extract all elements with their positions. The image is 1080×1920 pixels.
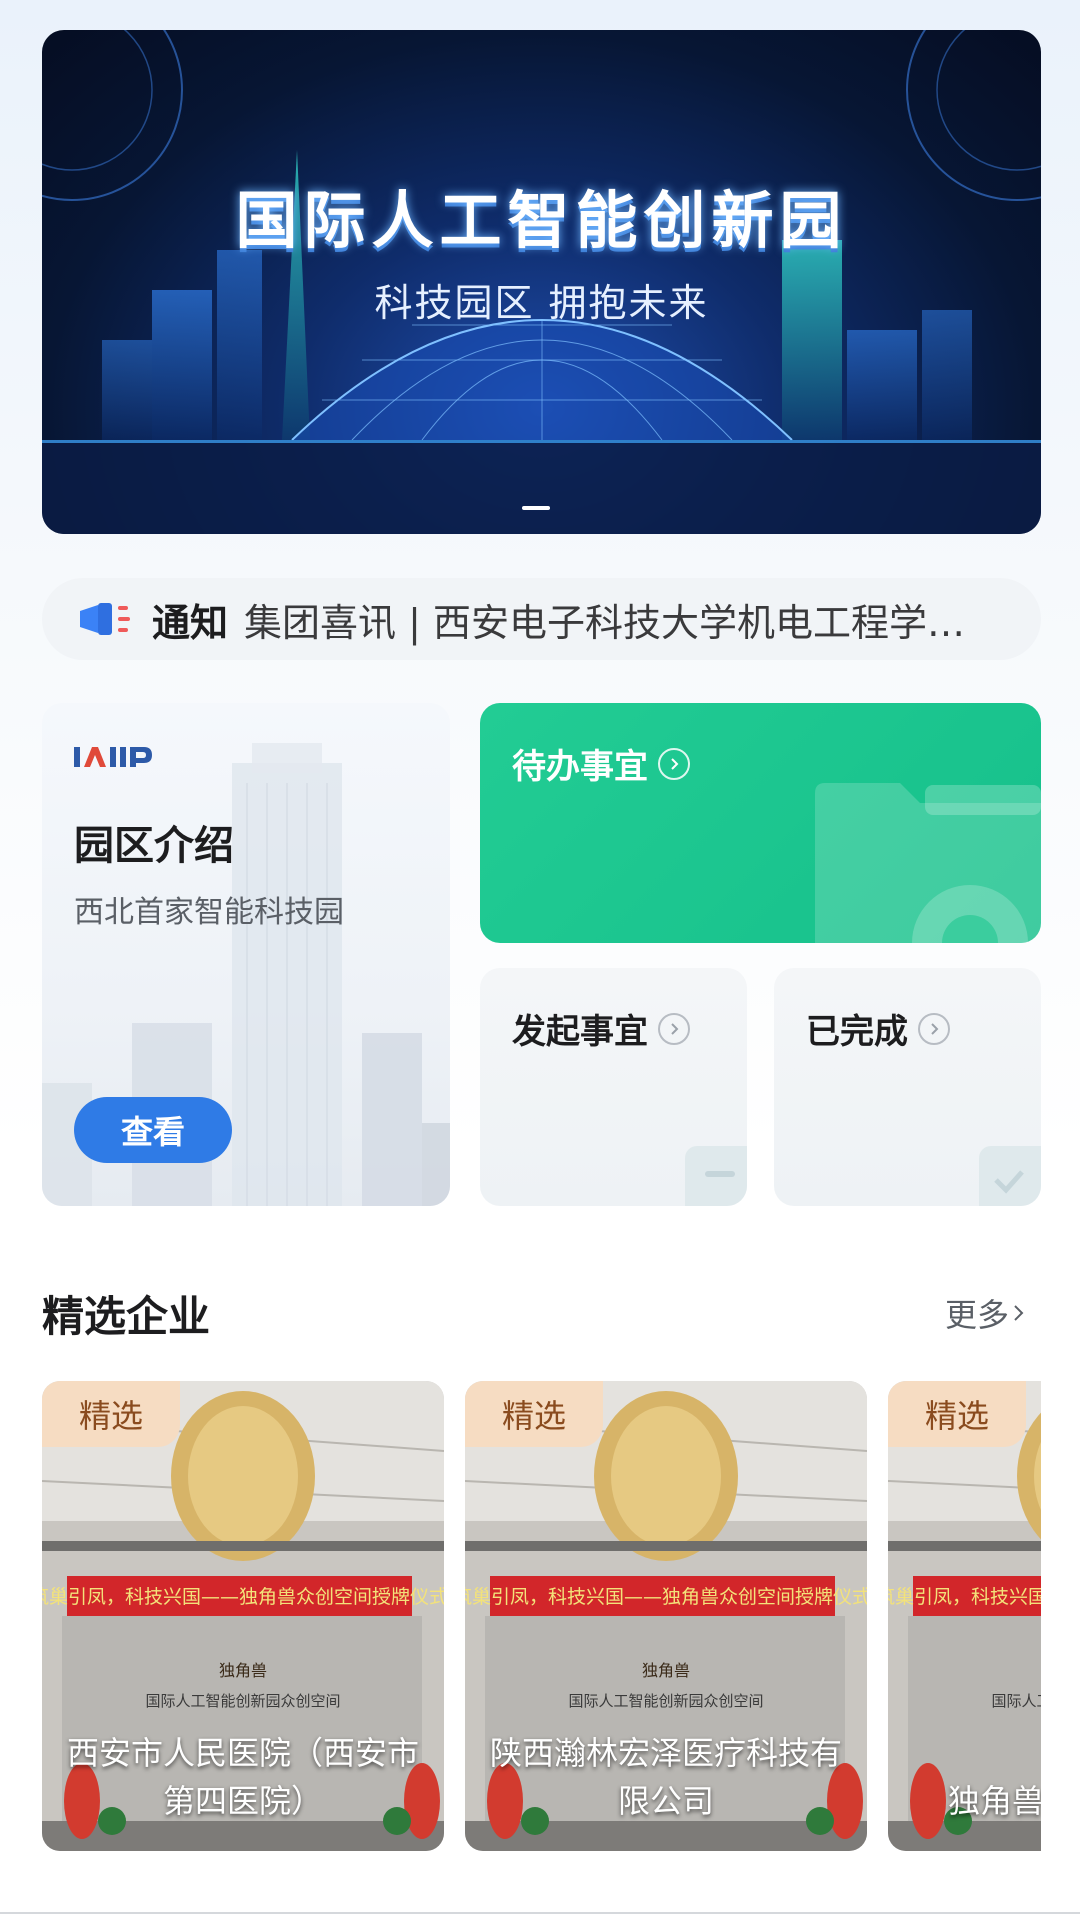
done-title: 已完成 bbox=[806, 1004, 950, 1053]
banner-title: 国际人工智能创新园 bbox=[235, 184, 848, 257]
notice-bar[interactable]: 通知 集团喜讯 | 西安电子科技大学机电工程学院…… bbox=[42, 578, 1041, 660]
divider bbox=[0, 1912, 1080, 1914]
more-link[interactable]: 更多 bbox=[945, 1290, 1029, 1336]
featured-section-title: 精选企业 bbox=[42, 1292, 211, 1341]
photo-banner-text: 筑巢引凤，科技兴国——独角兽众创空间授牌仪式 bbox=[888, 1586, 1041, 1608]
hero-banner[interactable]: 国际人工智能创新园 科技园区 拥抱未来 bbox=[42, 30, 1041, 534]
notice-label: 通知 bbox=[152, 600, 229, 645]
enterprise-card[interactable]: 筑巢引凤，科技兴国——独角兽众创空间授牌仪式 独角兽 国际人工智能创新园众创空间… bbox=[888, 1381, 1041, 1851]
chevron-right-icon bbox=[658, 1012, 690, 1045]
chevron-right-icon bbox=[658, 747, 690, 780]
view-button[interactable]: 查看 bbox=[74, 1097, 232, 1163]
done-label: 已完成 bbox=[806, 1012, 908, 1052]
featured-tag: 精选 bbox=[888, 1381, 1026, 1447]
featured-tag: 精选 bbox=[465, 1381, 603, 1447]
banner-subtitle: 科技园区 拥抱未来 bbox=[374, 281, 709, 325]
notice-text[interactable]: 集团喜讯 | 西安电子科技大学机电工程学院…… bbox=[244, 592, 974, 647]
more-label: 更多 bbox=[945, 1296, 1010, 1334]
iaiip-logo bbox=[74, 747, 152, 767]
enterprise-name: 西安市人民医院（西安市第四医院） bbox=[66, 1734, 419, 1820]
todo-card[interactable]: 待办事宜 bbox=[480, 703, 1041, 943]
todo-title: 待办事宜 bbox=[512, 739, 690, 788]
enterprise-card[interactable]: 筑巢引凤，科技兴国——独角兽众创空间授牌仪式 独角兽 国际人工智能创新园众创空间… bbox=[465, 1381, 867, 1851]
initiate-label: 发起事宜 bbox=[512, 1012, 648, 1052]
photo-wall-text: 国际人工智能创新园众创空间 bbox=[568, 1692, 763, 1710]
chevron-right-icon bbox=[918, 1012, 950, 1045]
photo-wall-text: 国际人工智能创新园众创空间 bbox=[991, 1692, 1041, 1710]
photo-brand: 独角兽 bbox=[642, 1661, 690, 1680]
carousel-indicator[interactable] bbox=[522, 506, 550, 510]
photo-banner-text: 筑巢引凤，科技兴国——独角兽众创空间授牌仪式 bbox=[42, 1586, 444, 1608]
featured-enterprise-list[interactable]: 筑巢引凤，科技兴国——独角兽众创空间授牌仪式 独角兽 国际人工智能创新园众创空间… bbox=[42, 1381, 1041, 1851]
initiate-card[interactable]: 发起事宜 bbox=[480, 968, 747, 1206]
done-card[interactable]: 已完成 bbox=[774, 968, 1041, 1206]
photo-banner-text: 筑巢引凤，科技兴国——独角兽众创空间授牌仪式 bbox=[465, 1586, 867, 1608]
enterprise-name: 陕西瀚林宏泽医疗科技有限公司 bbox=[489, 1734, 842, 1820]
featured-tag: 精选 bbox=[42, 1381, 180, 1447]
enterprise-card[interactable]: 筑巢引凤，科技兴国——独角兽众创空间授牌仪式 独角兽 国际人工智能创新园众创空间… bbox=[42, 1381, 444, 1851]
park-intro-subtitle: 西北首家智能科技园 bbox=[74, 895, 344, 930]
photo-wall-text: 国际人工智能创新园众创空间 bbox=[145, 1692, 340, 1710]
megaphone-icon bbox=[80, 603, 130, 635]
park-intro-card[interactable]: 园区介绍 西北首家智能科技园 查看 bbox=[42, 703, 450, 1206]
park-intro-title: 园区介绍 bbox=[74, 823, 234, 869]
initiate-title: 发起事宜 bbox=[512, 1004, 690, 1053]
photo-brand: 独角兽 bbox=[219, 1661, 267, 1680]
enterprise-name: 独角兽 bbox=[948, 1782, 1041, 1820]
chevron-right-icon bbox=[1014, 1305, 1024, 1321]
todo-label: 待办事宜 bbox=[512, 747, 648, 787]
